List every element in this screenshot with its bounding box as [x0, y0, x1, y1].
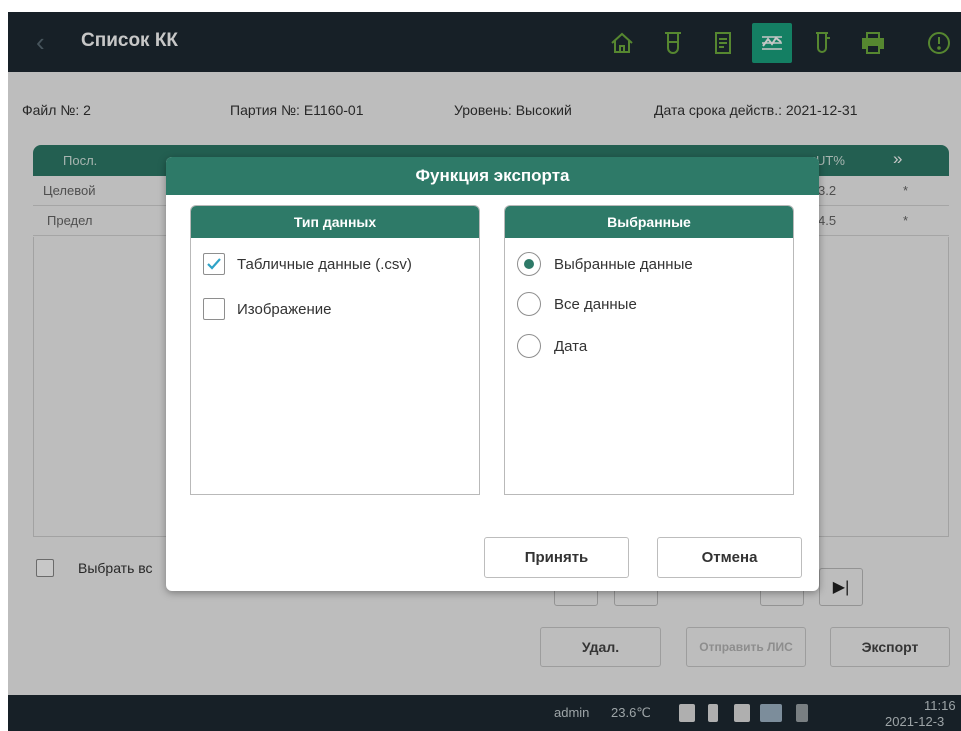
image-option-label: Изображение [237, 300, 332, 318]
cancel-button[interactable]: Отмена [657, 537, 802, 578]
selected-data-label: Выбранные данные [554, 255, 693, 273]
selected-data-option[interactable]: Выбранные данные [517, 252, 693, 276]
date-option[interactable]: Дата [517, 334, 587, 358]
checkmark-icon [207, 258, 221, 270]
selection-panel: Выбранные Выбранные данные Все данные Да… [504, 205, 794, 495]
csv-option[interactable]: Табличные данные (.csv) [203, 253, 412, 275]
export-dialog: Функция экспорта Тип данных Табличные да… [166, 157, 819, 591]
csv-checkbox[interactable] [203, 253, 225, 275]
selection-panel-title: Выбранные [505, 206, 793, 238]
dialog-title: Функция экспорта [166, 157, 819, 195]
image-checkbox[interactable] [203, 298, 225, 320]
date-radio[interactable] [517, 334, 541, 358]
accept-button[interactable]: Принять [484, 537, 629, 578]
image-option[interactable]: Изображение [203, 298, 332, 320]
csv-option-label: Табличные данные (.csv) [237, 255, 412, 273]
qc-list-screen: ‹ Список КК Файл №: 2 Партия №: E1160-01… [8, 12, 961, 731]
data-type-panel-title: Тип данных [191, 206, 479, 238]
all-data-label: Все данные [554, 295, 637, 313]
selected-data-radio[interactable] [517, 252, 541, 276]
all-data-option[interactable]: Все данные [517, 292, 637, 316]
date-label: Дата [554, 337, 588, 355]
all-data-radio[interactable] [517, 292, 541, 316]
data-type-panel: Тип данных Табличные данные (.csv) Изобр… [190, 205, 480, 495]
